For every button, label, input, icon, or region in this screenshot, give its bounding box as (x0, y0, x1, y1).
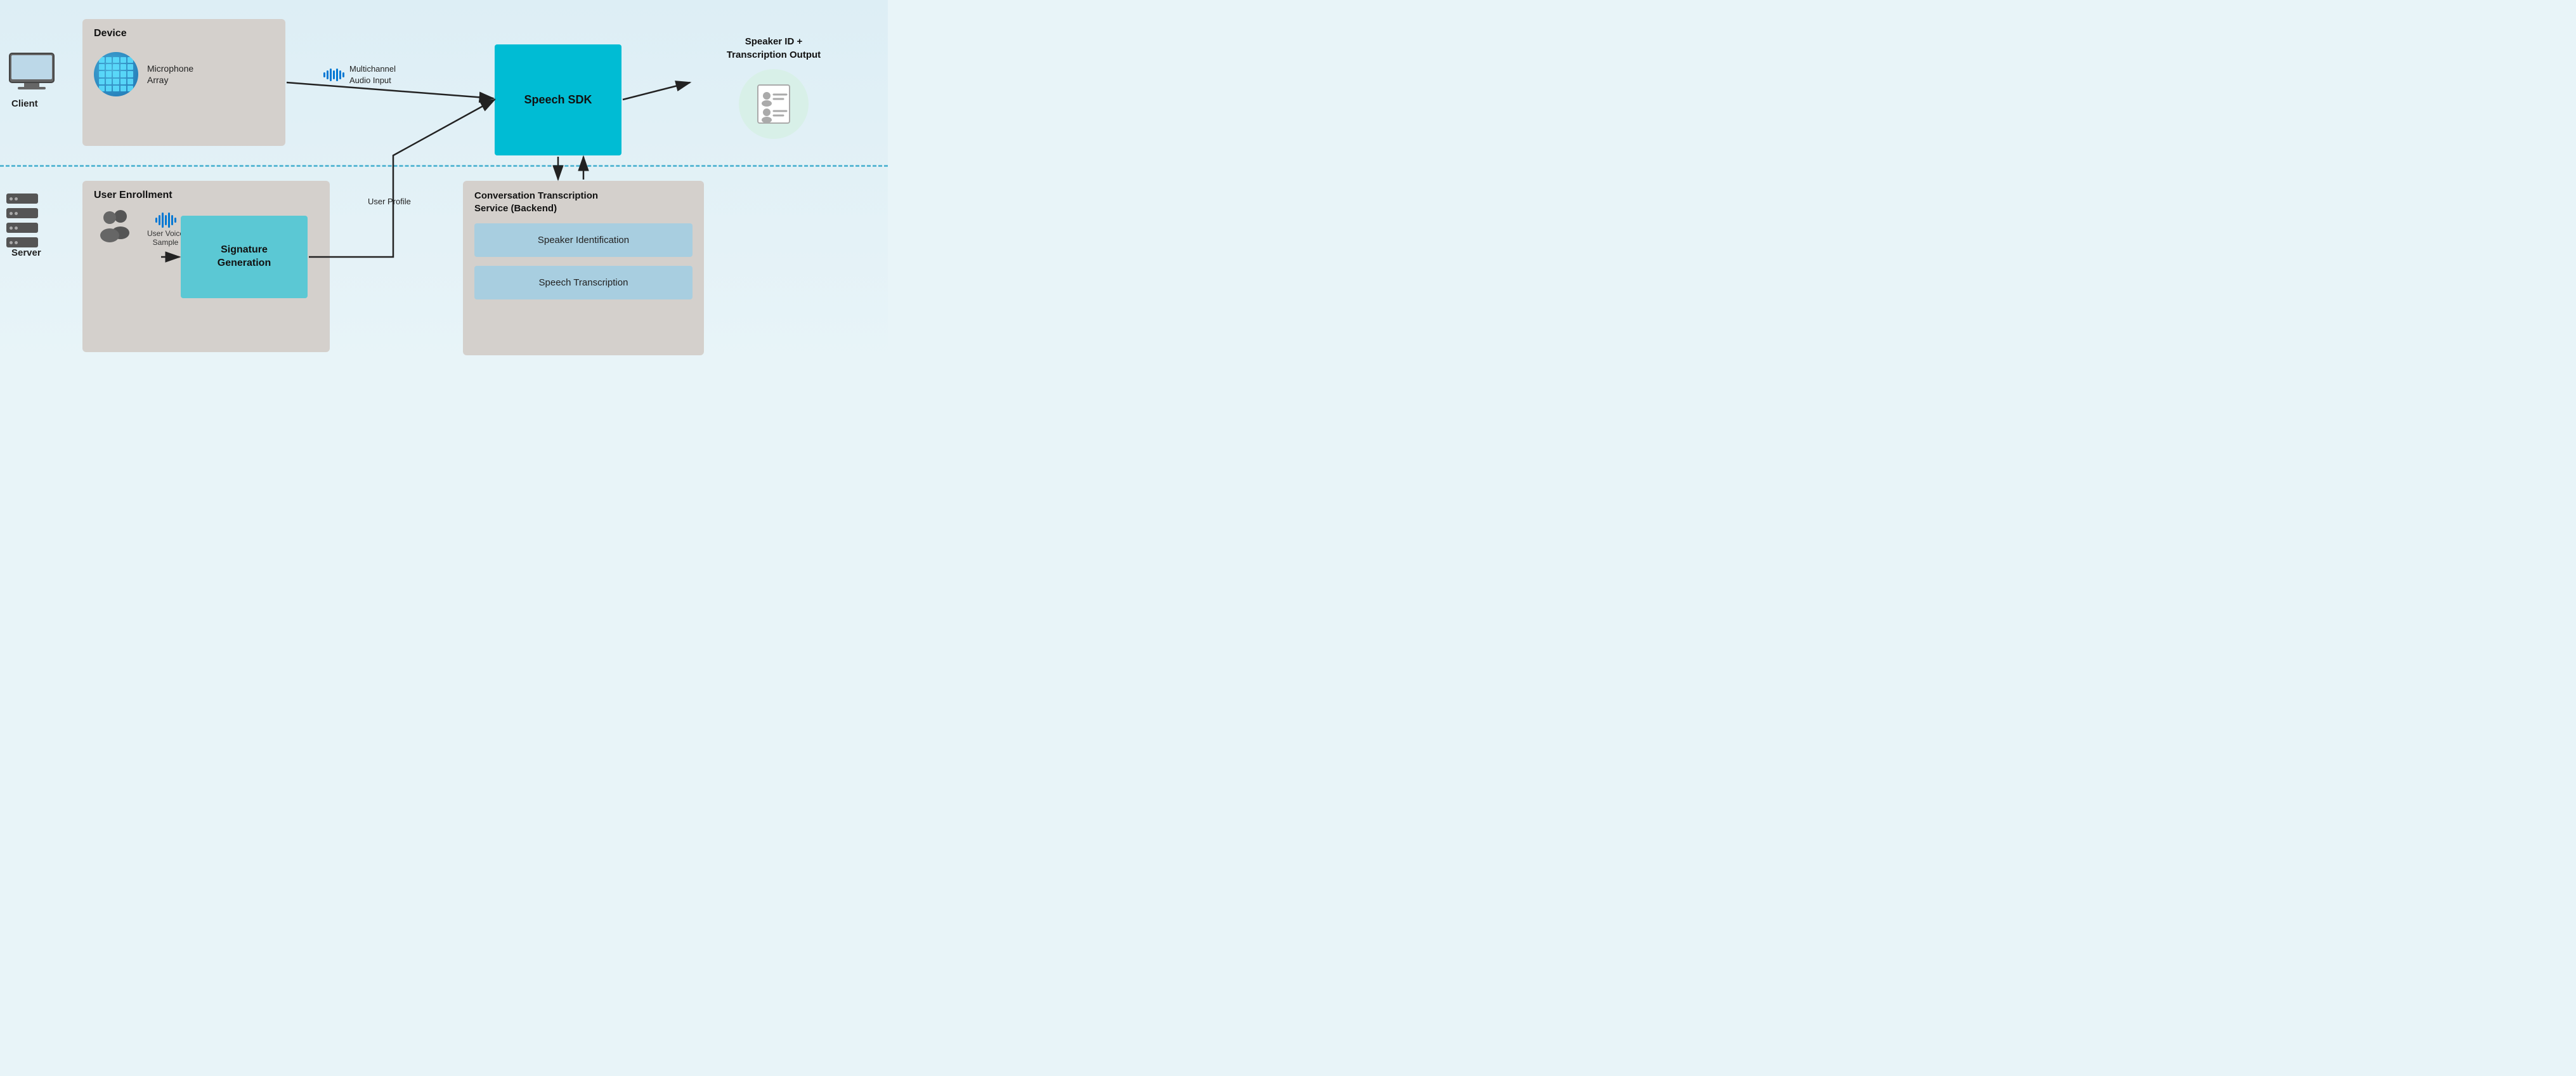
user-profile-label: User Profile (368, 197, 411, 206)
speech-sdk-label: Speech SDK (524, 93, 592, 107)
speech-sdk-box: Speech SDK (495, 44, 621, 155)
voice-wave-icon (155, 213, 176, 228)
section-divider (0, 165, 888, 167)
device-box-title: Device (94, 28, 274, 39)
output-title: Speaker ID +Transcription Output (691, 35, 856, 62)
cts-title: Conversation TranscriptionService (Backe… (474, 190, 693, 214)
speaker-id-box: Speaker Identification (474, 223, 693, 257)
people-icon (94, 207, 138, 251)
device-box: Device MicrophoneArray (82, 19, 285, 146)
server-icon (6, 194, 44, 251)
output-area: Speaker ID +Transcription Output (691, 35, 856, 139)
audio-input-text: MultichannelAudio Input (349, 63, 396, 86)
sig-gen-label: SignatureGeneration (218, 244, 271, 270)
speaker-id-label: Speaker Identification (538, 235, 629, 246)
diagram-container: Client Server Device (0, 0, 888, 368)
client-label: Client (11, 98, 38, 109)
voice-sample-label: User Voice Sample (147, 229, 184, 247)
speech-transcription-label: Speech Transcription (539, 277, 628, 288)
audio-input-label: MultichannelAudio Input (323, 63, 396, 88)
monitor-icon (6, 51, 57, 92)
output-icon (739, 69, 809, 139)
speech-transcription-box: Speech Transcription (474, 266, 693, 299)
microphone-sphere (94, 52, 138, 96)
cts-box: Conversation TranscriptionService (Backe… (463, 181, 704, 355)
mic-label: MicrophoneArray (147, 63, 193, 86)
sig-gen-box: SignatureGeneration (181, 216, 308, 298)
enrollment-title: User Enrollment (94, 190, 318, 201)
audio-wave-icon (323, 69, 344, 81)
microphone-area: MicrophoneArray (94, 52, 274, 96)
